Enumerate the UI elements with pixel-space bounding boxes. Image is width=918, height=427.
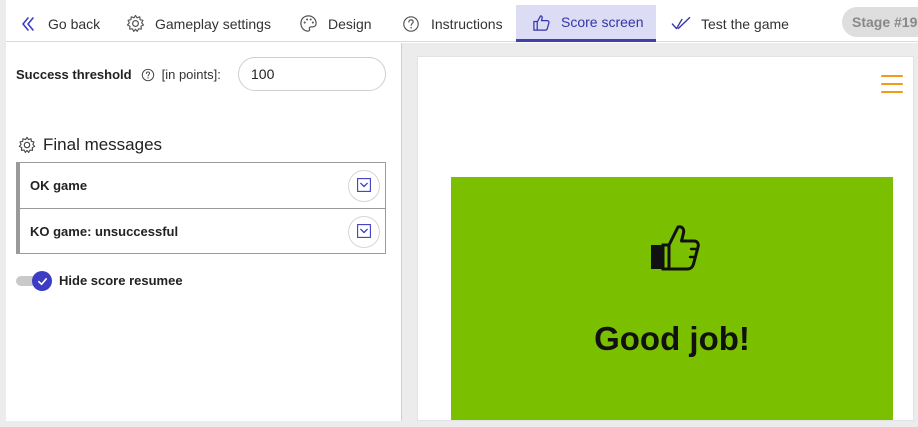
tab-gameplay-settings[interactable]: Gameplay settings [125, 5, 271, 42]
score-card: Good job! [451, 177, 893, 420]
threshold-unit-label: [in points]: [161, 67, 221, 82]
final-messages-title: Final messages [43, 135, 163, 154]
thumbs-up-icon [532, 12, 551, 32]
success-threshold-input[interactable] [238, 57, 386, 91]
tab-design-label: Design [328, 15, 372, 32]
palette-icon [298, 14, 318, 34]
hamburger-menu-icon[interactable] [881, 73, 903, 95]
message-ok-game[interactable]: OK game [17, 163, 385, 208]
message-label: KO game: unsuccessful [30, 223, 179, 239]
app-window: Go back Gameplay settings Design Instruc… [6, 0, 918, 421]
hide-score-label: Hide score resumee [59, 272, 183, 288]
tab-instructions[interactable]: Instructions [401, 5, 503, 42]
tab-score-screen-label: Score screen [561, 14, 644, 30]
tab-instructions-label: Instructions [431, 15, 503, 32]
double-chevron-left-icon [18, 14, 38, 34]
expand-button[interactable] [348, 170, 380, 202]
stage-label: Stage #19 [852, 14, 918, 30]
success-threshold-label: Success threshold [16, 67, 132, 82]
go-back-label: Go back [48, 15, 101, 32]
final-messages-heading: Final messages [18, 135, 162, 155]
tab-score-screen[interactable]: Score screen [516, 5, 656, 42]
tab-test-the-game-label: Test the game [701, 15, 789, 32]
go-back-button[interactable]: Go back [18, 5, 100, 42]
gear-icon [18, 136, 36, 154]
stage-badge[interactable]: Stage #19 [842, 7, 918, 37]
expand-button[interactable] [348, 216, 380, 248]
tab-design[interactable]: Design [298, 5, 372, 42]
hide-score-toggle-row[interactable]: Hide score resumee [16, 271, 183, 291]
thumbs-up-icon [647, 223, 701, 273]
toggle-knob [32, 271, 52, 291]
check-icon [671, 14, 691, 34]
hide-score-toggle[interactable] [16, 271, 52, 291]
score-card-title: Good job! [594, 320, 750, 357]
top-navigation: Go back Gameplay settings Design Instruc… [6, 0, 918, 42]
question-icon [401, 14, 421, 34]
score-settings-panel: Success threshold [in points]: Final mes… [6, 43, 401, 421]
help-icon[interactable] [141, 68, 155, 82]
success-threshold-row: Success threshold [in points]: [16, 67, 221, 82]
tab-test-the-game[interactable]: Test the game [671, 5, 789, 42]
tab-gameplay-settings-label: Gameplay settings [155, 15, 271, 32]
message-label: OK game [30, 178, 88, 193]
chevron-down-icon [357, 223, 371, 241]
checkmark-icon [37, 277, 47, 285]
gear-icon [125, 14, 145, 34]
message-ko-game[interactable]: KO game: unsuccessful [17, 208, 385, 253]
final-messages-list: OK game KO game: unsuccessful [16, 162, 386, 254]
score-screen-preview: Good job! [417, 56, 914, 421]
chevron-down-icon [357, 177, 371, 195]
